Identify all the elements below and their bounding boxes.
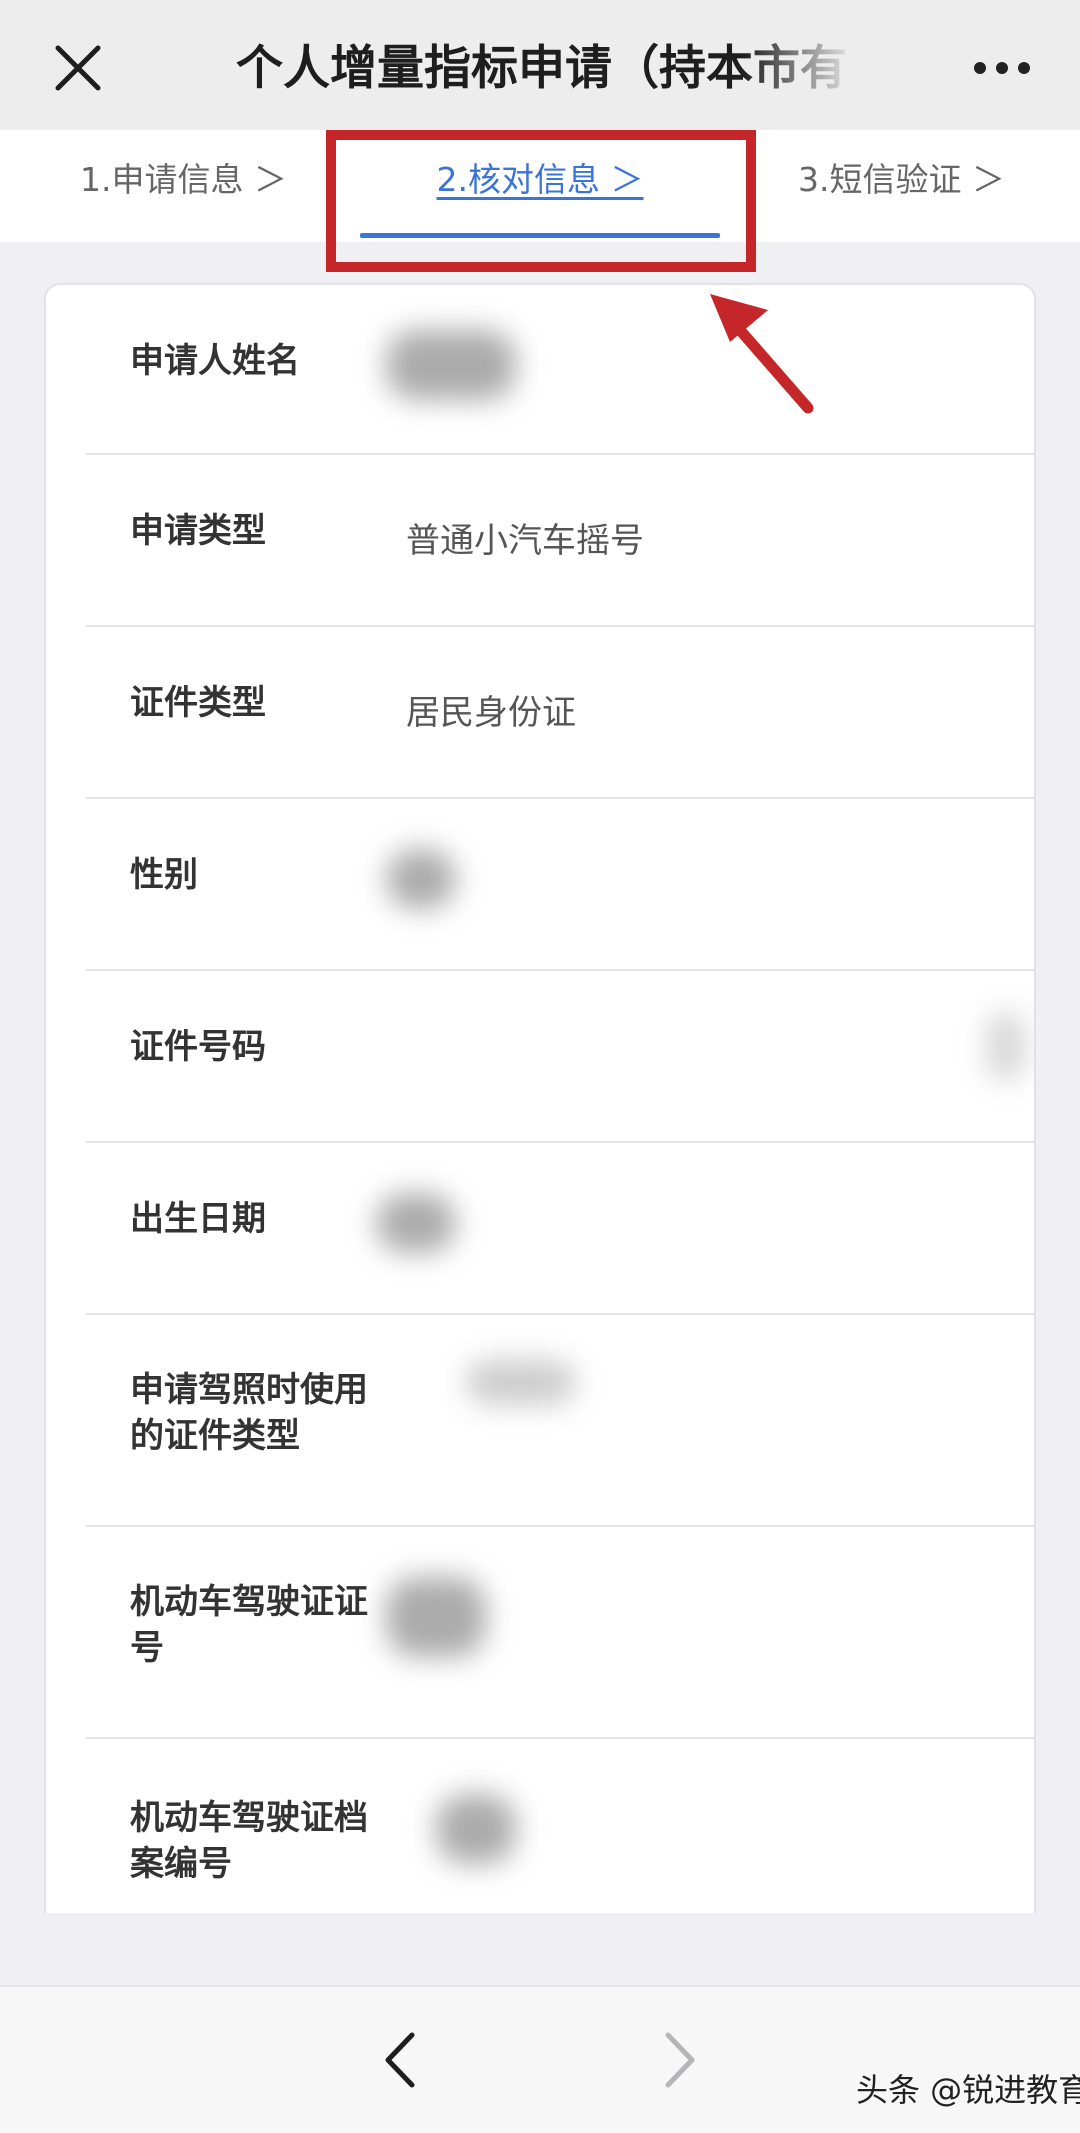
more-icon-dot [974,62,986,74]
row-birth-date: 出生日期 [46,1143,1034,1315]
tab-sms-verify[interactable]: 3.短信验证 ＞ [798,130,1005,242]
page-title: 个人增量指标申请（持本市有 [236,41,847,96]
more-button[interactable] [974,58,1030,78]
redacted-mark [376,1193,456,1253]
more-icon-dot [996,62,1008,74]
row-label: 性别 [130,855,198,895]
close-button[interactable] [48,38,108,98]
row-label: 机动车驾驶证档案编号 [130,1798,368,1884]
redacted-mark [986,1011,1026,1081]
row-value: 居民身份证 [406,693,576,733]
tab-apply-info[interactable]: 1.申请信息 ＞ [80,130,287,242]
row-label: 证件类型 [130,683,266,723]
info-card: 申请人姓名 申请类型 普通小汽车摇号 证件类型 居民身份证 性别 证件号码 出生… [44,283,1036,1913]
row-label: 证件号码 [130,1027,266,1067]
row-label: 机动车驾驶证证号 [130,1582,368,1668]
row-id-type: 证件类型 居民身份证 [46,627,1034,799]
redacted-mark [386,849,456,909]
chevron-left-icon [385,2032,415,2088]
close-icon [55,45,101,91]
forward-button[interactable] [652,2025,708,2095]
row-label: 出生日期 [130,1199,266,1239]
row-applicant-name: 申请人姓名 [46,285,1034,455]
row-id-number: 证件号码 [46,971,1034,1143]
more-icon-dot [1018,62,1030,74]
row-label: 申请驾照时使用的证件类型 [130,1370,368,1456]
title-bar: 个人增量指标申请（持本市有 [0,0,1080,130]
highlight-box [326,130,756,272]
row-gender: 性别 [46,799,1034,971]
redacted-mark [386,1577,486,1657]
row-label: 申请类型 [130,511,266,551]
row-license-file-number: 机动车驾驶证档案编号 [46,1739,1034,1913]
row-license-id-type: 申请驾照时使用的证件类型 [46,1315,1034,1527]
row-license-number: 机动车驾驶证证号 [46,1527,1034,1739]
row-label: 申请人姓名 [130,341,300,381]
redacted-mark [466,1360,576,1405]
back-button[interactable] [372,2025,428,2095]
redacted-mark [436,1794,516,1864]
bottom-nav: 头条 @锐进教育 [0,1985,1080,2133]
annotation-arrow-icon [710,294,814,414]
watermark: 头条 @锐进教育 [856,2071,1080,2109]
row-value: 普通小汽车摇号 [406,521,644,561]
redacted-mark [386,330,516,400]
row-application-type: 申请类型 普通小汽车摇号 [46,455,1034,627]
chevron-right-icon [665,2032,695,2088]
